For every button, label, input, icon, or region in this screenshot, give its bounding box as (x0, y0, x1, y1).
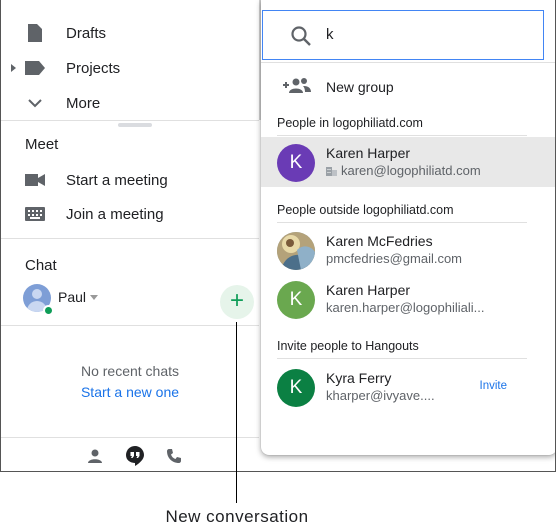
avatar: K (277, 281, 315, 319)
divider (261, 62, 555, 63)
contact-name: Kyra Ferry (326, 370, 392, 386)
chevron-down-icon[interactable] (90, 295, 98, 300)
label-icon (25, 58, 45, 78)
meet-section-title: Meet (25, 136, 59, 153)
hangouts-icon[interactable] (125, 446, 145, 466)
hangouts-search-popup: k New group People in logophiliatd.com K… (261, 0, 555, 455)
group-title-in-domain: People in logophiliatd.com (277, 116, 423, 130)
no-recent-chats-text: No recent chats (80, 363, 180, 379)
chat-section-title: Chat (25, 257, 57, 274)
invite-button[interactable]: Invite (480, 380, 508, 392)
divider (277, 135, 527, 136)
online-status-icon (43, 305, 54, 316)
phone-icon[interactable] (164, 446, 184, 466)
divider (1, 325, 259, 326)
search-input-value: k (326, 26, 334, 43)
search-icon (291, 26, 311, 46)
contact-email: pmcfedries@gmail.com (326, 251, 463, 266)
callout-label: New conversation (165, 507, 309, 526)
avatar: K (277, 369, 315, 407)
user-name[interactable]: Paul (58, 289, 86, 305)
contact-row[interactable]: Karen McFedries pmcfedries@gmail.com (261, 225, 555, 275)
app-frame: Drafts Projects More Meet Start a meetin… (0, 0, 556, 472)
video-camera-icon (25, 170, 45, 190)
expand-arrow-icon[interactable] (11, 64, 16, 72)
add-group-icon (283, 78, 311, 93)
divider (277, 222, 527, 223)
chat-bottom-bar (1, 437, 259, 471)
contact-row[interactable]: K Karen Harper karen.harper@logophiliali… (261, 274, 555, 324)
group-title-outside-domain: People outside logophiliatd.com (277, 203, 454, 217)
new-group-label: New group (326, 79, 394, 95)
contact-email: kharper@ivyave.... (326, 388, 435, 403)
sidebar-item-label: Drafts (66, 24, 107, 42)
drafts-icon (25, 23, 45, 43)
keyboard-icon (25, 204, 45, 224)
contact-email-row: karen@logophiliatd.com (326, 163, 481, 178)
contact-name: Karen Harper (326, 282, 411, 298)
callout-line (236, 322, 237, 503)
join-meeting-label: Join a meeting (66, 205, 164, 223)
divider (1, 120, 259, 121)
new-group-button[interactable]: New group (261, 64, 555, 108)
contacts-icon[interactable] (85, 446, 105, 466)
sidebar-item-label: More (66, 94, 101, 112)
resize-handle[interactable] (118, 123, 152, 127)
divider (277, 358, 527, 359)
search-input[interactable]: k (262, 10, 544, 60)
contact-row[interactable]: K Kyra Ferry kharper@ivyave.... Invite (261, 362, 555, 412)
group-title-invite: Invite people to Hangouts (277, 339, 419, 353)
chevron-down-icon (25, 93, 45, 113)
contact-name: Karen Harper (326, 145, 411, 161)
contact-row[interactable]: K Karen Harper karen@logophiliatd.com (261, 137, 555, 187)
contact-name: Karen McFedries (326, 233, 433, 249)
new-conversation-button[interactable]: + (220, 285, 254, 319)
sidebar-item-label: Projects (66, 59, 121, 77)
contact-email: karen@logophiliatd.com (341, 163, 481, 178)
avatar: K (277, 144, 315, 182)
building-icon (326, 167, 337, 176)
start-meeting-label: Start a meeting (66, 171, 168, 189)
contact-email: karen.harper@logophiliali... (326, 300, 485, 315)
start-new-chat-link[interactable]: Start a new one (1, 384, 259, 400)
divider (1, 238, 259, 239)
avatar (277, 232, 315, 270)
